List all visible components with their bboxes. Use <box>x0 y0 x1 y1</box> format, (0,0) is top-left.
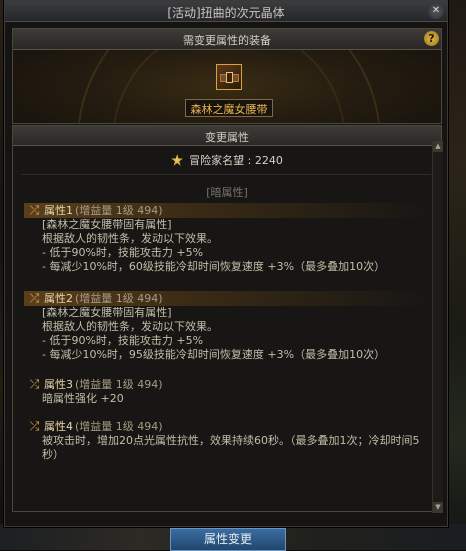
belt-buckle <box>226 72 233 83</box>
attribute-change-header: 变更属性 <box>13 126 441 146</box>
attribute-change-panel: 变更属性 冒险家名望 : 2240 [暗属性] ⤮ 属性1 (增益量 1级 494… <box>12 125 442 512</box>
attribute-2-line-2: 根据敌人的韧性条，发动以下效果。 <box>42 320 218 333</box>
equipment-panel: 需变更属性的装备 ? 森林之魔女腰带 <box>12 28 442 124</box>
attribute-option-2[interactable]: ⤮ 属性2 (增益量 1级 494) [森林之魔女腰带固有属性] 根据敌人的韧性条… <box>24 291 432 362</box>
attribute-4-title: 属性4 <box>44 420 73 433</box>
attribute-2-line-4: - 每减少10%时，95级技能冷却时间恢复速度 +3%（最多叠加10次） <box>42 348 386 361</box>
attribute-option-4[interactable]: ⤮ 属性4 (增益量 1级 494) 被攻击时，增加20点光属性抗性，效果持续60… <box>24 419 432 462</box>
attribute-1-line-4: - 每减少10%时，60级技能冷却时间恢复速度 +3%（最多叠加10次） <box>42 260 386 273</box>
attribute-1-line-3: - 低于90%时，技能攻击力 +5% <box>42 246 204 259</box>
fame-text: 冒险家名望 : 2240 <box>189 154 283 167</box>
change-attribute-button[interactable]: 属性变更 <box>170 528 286 551</box>
window-title: [活动]扭曲的次元晶体 <box>167 6 285 20</box>
help-icon[interactable]: ? <box>424 31 439 46</box>
shuffle-icon: ⤮ <box>29 377 40 391</box>
equipment-header-title: 需变更属性的装备 <box>183 34 271 47</box>
window-titlebar[interactable]: [活动]扭曲的次元晶体 ✕ <box>5 1 447 22</box>
attribute-2-line-3: - 低于90%时，技能攻击力 +5% <box>42 334 204 347</box>
attribute-3-title: 属性3 <box>44 378 73 391</box>
attribute-2-title: 属性2 <box>44 292 73 305</box>
element-label: [暗属性] <box>206 186 248 199</box>
scrollbar[interactable]: ▲ ▼ <box>432 141 443 513</box>
fame-row: 冒险家名望 : 2240 <box>13 152 441 168</box>
attribute-1-line-2: 根据敌人的韧性条，发动以下效果。 <box>42 232 218 245</box>
attribute-2-line-1: [森林之魔女腰带固有属性] <box>42 306 172 319</box>
attribute-4-header[interactable]: ⤮ 属性4 (增益量 1级 494) <box>24 419 432 434</box>
scroll-down-icon[interactable]: ▼ <box>433 502 443 513</box>
belt-icon[interactable] <box>216 64 242 90</box>
equipment-name: 森林之魔女腰带 <box>190 103 268 116</box>
attribute-2-sub: (增益量 1级 494) <box>75 292 163 305</box>
dimension-crystal-window: [活动]扭曲的次元晶体 ✕ 需变更属性的装备 ? 森林之魔女腰带 变更属性 冒险… <box>4 0 448 527</box>
attribute-2-header[interactable]: ⤮ 属性2 (增益量 1级 494) <box>24 291 432 306</box>
attribute-3-line-1: 暗属性强化 +20 <box>42 392 124 405</box>
attribute-1-title: 属性1 <box>44 204 73 217</box>
attribute-1-sub: (增益量 1级 494) <box>75 204 163 217</box>
fame-star-icon <box>171 154 184 166</box>
attribute-4-sub: (增益量 1级 494) <box>75 420 163 433</box>
shuffle-icon: ⤮ <box>29 291 40 305</box>
divider <box>21 174 431 175</box>
scroll-up-icon[interactable]: ▲ <box>433 141 443 152</box>
attribute-change-title: 变更属性 <box>205 131 249 144</box>
attribute-option-1[interactable]: ⤮ 属性1 (增益量 1级 494) [森林之魔女腰带固有属性] 根据敌人的韧性条… <box>24 203 432 274</box>
shuffle-icon: ⤮ <box>29 419 40 433</box>
equipment-name-box: 森林之魔女腰带 <box>185 99 273 117</box>
shuffle-icon: ⤮ <box>29 203 40 217</box>
background-right-edge <box>446 0 466 550</box>
attribute-1-line-1: [森林之魔女腰带固有属性] <box>42 218 172 231</box>
attribute-3-header[interactable]: ⤮ 属性3 (增益量 1级 494) <box>24 377 432 392</box>
attribute-3-sub: (增益量 1级 494) <box>75 378 163 391</box>
close-icon[interactable]: ✕ <box>428 3 444 19</box>
attribute-4-line-1: 被攻击时，增加20点光属性抗性，效果持续60秒。（最多叠加1次；冷却时间5秒） <box>42 434 420 461</box>
equipment-header: 需变更属性的装备 ? <box>13 29 441 50</box>
attribute-1-header[interactable]: ⤮ 属性1 (增益量 1级 494) <box>24 203 432 218</box>
attribute-option-3[interactable]: ⤮ 属性3 (增益量 1级 494) 暗属性强化 +20 <box>24 377 432 406</box>
